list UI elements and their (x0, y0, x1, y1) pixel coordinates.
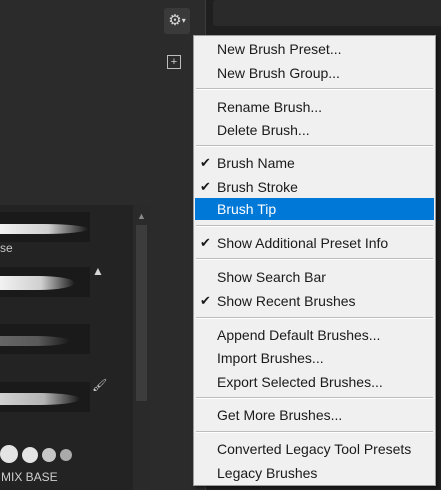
stroke-shape (0, 393, 80, 405)
menu-item-label: Rename Brush... (217, 99, 323, 115)
panel-menu-button[interactable]: ⚙▾ (164, 8, 190, 34)
triangle-icon: ▲ (92, 264, 104, 278)
gear-icon: ⚙ (168, 12, 182, 29)
menu-item-append-default-brushes[interactable]: Append Default Brushes... (195, 324, 434, 346)
stroke-shape (0, 336, 70, 346)
check-icon: ✔ (200, 179, 211, 194)
brush-stroke-preview (0, 212, 90, 242)
menu-item-legacy-brushes[interactable]: Legacy Brushes (195, 462, 434, 484)
menu-separator (196, 225, 433, 227)
menu-item-show-additional-preset-info[interactable]: ✔ Show Additional Preset Info (195, 232, 434, 254)
menu-item-get-more-brushes[interactable]: Get More Brushes... (195, 404, 434, 426)
stroke-shape (0, 276, 75, 290)
brush-stroke-preview (0, 382, 90, 412)
menu-item-label: Converted Legacy Tool Presets (217, 441, 412, 457)
check-icon: ✔ (200, 293, 211, 308)
menu-item-export-selected-brushes[interactable]: Export Selected Brushes... (195, 371, 434, 393)
menu-item-label: Append Default Brushes... (217, 327, 381, 343)
scrollbar-thumb[interactable] (136, 225, 147, 401)
menu-item-show-recent-brushes[interactable]: ✔ Show Recent Brushes (195, 290, 434, 312)
menu-separator (196, 145, 433, 147)
menu-separator (196, 88, 433, 90)
menu-separator (196, 397, 433, 399)
brush-item[interactable] (0, 320, 133, 374)
tip-dot (0, 445, 18, 463)
brush-stroke-preview (0, 267, 90, 297)
brushes-panel-menu: New Brush Preset... New Brush Group... R… (193, 35, 436, 486)
tip-dot (42, 448, 56, 462)
menu-item-label: Get More Brushes... (217, 407, 343, 423)
brush-name: se (0, 241, 13, 255)
menu-item-label: Delete Brush... (217, 122, 310, 138)
menu-item-label: Legacy Brushes (217, 465, 318, 481)
stroke-shape (0, 224, 88, 234)
menu-item-delete-brush[interactable]: Delete Brush... (195, 119, 434, 141)
menu-item-label: New Brush Group... (217, 65, 340, 81)
menu-item-label: Brush Name (217, 155, 295, 171)
menu-separator (196, 431, 433, 433)
menu-item-label: Export Selected Brushes... (217, 374, 383, 390)
menu-separator (196, 317, 433, 319)
menu-item-show-search-bar[interactable]: Show Search Bar (195, 266, 434, 288)
brush-item[interactable]: se (0, 208, 133, 262)
brush-stroke-preview (0, 324, 90, 354)
brush-icon: 🖌 (92, 378, 108, 392)
new-group-icon[interactable]: + (167, 55, 181, 69)
brush-tip-preview[interactable] (0, 442, 90, 468)
menu-item-new-brush-preset[interactable]: New Brush Preset... (195, 38, 434, 60)
brush-group-label: MIX BASE (1, 470, 58, 484)
right-panel-header (213, 0, 441, 26)
check-icon: ✔ (200, 235, 211, 250)
menu-item-brush-stroke[interactable]: ✔ Brush Stroke (195, 176, 434, 198)
menu-item-label: New Brush Preset... (217, 41, 342, 57)
menu-item-label: Brush Tip (217, 201, 277, 217)
menu-item-brush-tip[interactable]: Brush Tip (195, 198, 434, 220)
menu-item-import-brushes[interactable]: Import Brushes... (195, 347, 434, 369)
brush-item[interactable]: ▲ (0, 263, 133, 317)
menu-item-rename-brush[interactable]: Rename Brush... (195, 96, 434, 118)
menu-item-new-brush-group[interactable]: New Brush Group... (195, 62, 434, 84)
menu-item-label: Brush Stroke (217, 179, 298, 195)
menu-item-label: Show Recent Brushes (217, 293, 356, 309)
menu-item-converted-legacy-tool-presets[interactable]: Converted Legacy Tool Presets (195, 438, 434, 460)
menu-item-label: Import Brushes... (217, 350, 324, 366)
menu-item-label: Show Additional Preset Info (217, 235, 389, 251)
menu-item-brush-name[interactable]: ✔ Brush Name (195, 152, 434, 174)
tip-dot (60, 449, 72, 461)
brush-item[interactable]: 🖌 (0, 378, 133, 432)
chevron-down-icon: ▾ (181, 16, 186, 25)
tip-dot (22, 447, 38, 463)
check-icon: ✔ (200, 155, 211, 170)
menu-separator (196, 258, 433, 260)
scroll-up-icon[interactable]: ▲ (137, 211, 146, 221)
brush-list-scrollbar[interactable]: ▲ (133, 205, 150, 490)
menu-item-label: Show Search Bar (217, 269, 326, 285)
